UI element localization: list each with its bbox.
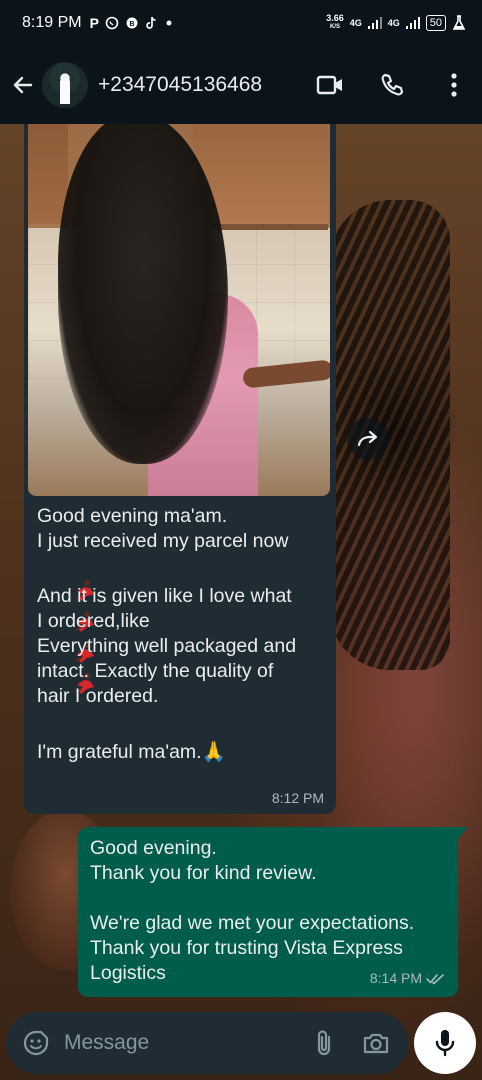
message-line: We're glad we met your expectations. (90, 912, 415, 934)
message-line: Good evening. (90, 837, 217, 859)
message-line: And it is given like I love what (37, 585, 292, 607)
double-check-icon (426, 973, 444, 984)
flask-icon (452, 15, 466, 30)
message-composer: Message (6, 1012, 408, 1074)
status-time: 8:19 PM (22, 14, 82, 31)
message-line (37, 709, 322, 734)
message-line: hair I ordered. (37, 685, 159, 707)
incoming-message-text: Good evening ma'am. I just received my p… (28, 496, 332, 765)
message-line: intact. Exactly the quality of (37, 660, 274, 682)
network-type-2: 4G (387, 18, 400, 28)
chat-header: +2347045136468 (0, 46, 482, 124)
back-button[interactable] (8, 70, 38, 100)
more-options-button[interactable] (440, 71, 468, 99)
phone-icon (381, 73, 404, 96)
signal-icon-2 (405, 17, 420, 29)
forward-icon (357, 430, 378, 447)
whatsapp-business-icon: B (126, 17, 138, 29)
voice-call-button[interactable] (378, 71, 406, 99)
network-type-1: 4G (349, 18, 362, 28)
message-line: I ordered,like (37, 610, 150, 632)
outgoing-message[interactable]: Good evening. Thank you for kind review.… (78, 827, 468, 997)
pray-emoji-icon: 🙏 (201, 741, 226, 763)
outgoing-timestamp: 8:14 PM (369, 970, 422, 986)
microphone-icon (435, 1030, 455, 1057)
camera-icon (363, 1033, 389, 1054)
message-line-last: I'm grateful ma'am.🙏 (37, 740, 322, 765)
message-line (90, 886, 448, 911)
contact-name[interactable]: +2347045136468 (98, 73, 262, 97)
emoji-sticker-icon (23, 1030, 49, 1056)
tiktok-icon (146, 16, 156, 29)
outgoing-meta: 8:14 PM (370, 966, 446, 991)
signal-icon (367, 17, 382, 29)
net-speed-unit: K/S (329, 24, 340, 30)
video-call-button[interactable] (316, 71, 344, 99)
network-speed: 3.66 K/S (326, 14, 344, 32)
message-input[interactable]: Message (64, 1031, 310, 1055)
svg-text:B: B (129, 21, 134, 28)
dancer-emoji-row (37, 554, 322, 694)
incoming-timestamp: 8:12 PM (271, 790, 324, 806)
contact-avatar[interactable] (42, 62, 88, 108)
whatsapp-icon (105, 16, 119, 30)
message-line: Good evening ma'am. (37, 505, 228, 527)
message-line: Everything well packaged and (37, 635, 297, 657)
voice-record-button[interactable] (414, 1012, 476, 1074)
message-line: Thank you for kind review. (90, 862, 317, 884)
battery-level: 50 (429, 17, 442, 29)
dot-icon (166, 20, 172, 26)
p-app-icon: P (89, 15, 99, 31)
more-vertical-icon (451, 73, 457, 97)
message-photo[interactable] (28, 124, 330, 496)
camera-button[interactable] (362, 1029, 390, 1057)
notification-icons: P B (90, 15, 174, 31)
paperclip-icon (317, 1030, 331, 1056)
message-line: I just received my parcel now (37, 530, 289, 552)
battery-indicator: 50 (425, 15, 446, 31)
incoming-message[interactable]: Good evening ma'am. I just received my p… (24, 124, 336, 814)
status-bar: 8:19 PM P B 3.66 K/S 4G 4G 50 (0, 0, 482, 46)
back-arrow-icon (13, 76, 33, 94)
forward-button[interactable] (347, 418, 389, 460)
message-line: I'm grateful ma'am. (37, 741, 202, 763)
message-line: Thank you for trusting Vista Express (90, 937, 403, 959)
attach-button[interactable] (310, 1029, 338, 1057)
net-speed-value: 3.66 (326, 13, 344, 23)
video-camera-icon (316, 75, 342, 95)
emoji-button[interactable] (22, 1029, 50, 1057)
